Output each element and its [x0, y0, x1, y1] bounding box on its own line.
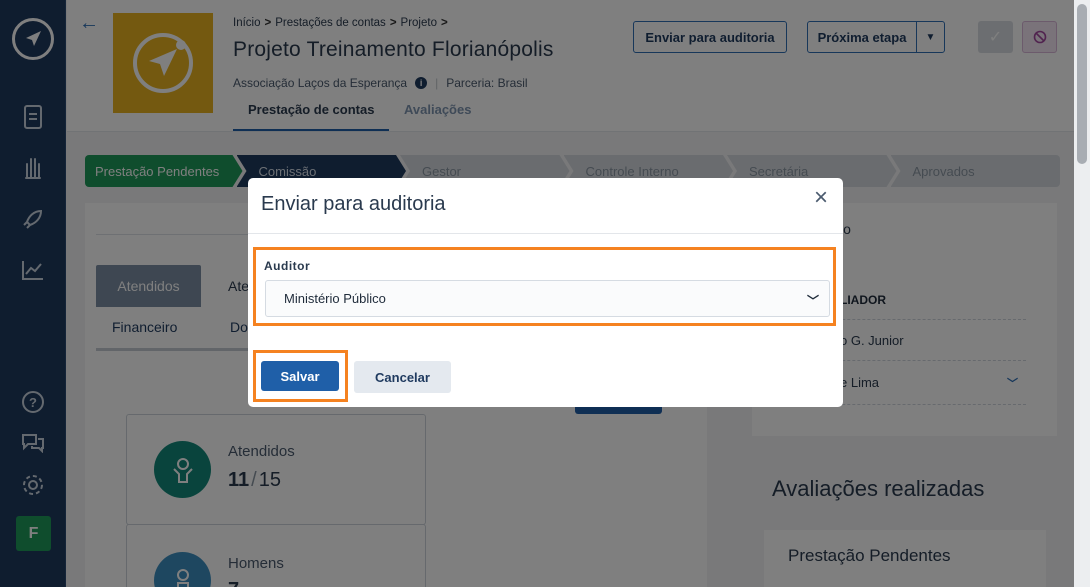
- auditor-field-highlight: Auditor Ministério Público ﹀: [253, 247, 836, 326]
- close-icon[interactable]: ×: [814, 186, 828, 210]
- cancel-button[interactable]: Cancelar: [354, 361, 451, 393]
- auditor-label: Auditor: [264, 259, 311, 273]
- divider: [248, 233, 843, 234]
- auditor-select[interactable]: Ministério Público ﹀: [265, 280, 830, 317]
- save-button[interactable]: Salvar: [261, 361, 339, 391]
- chevron-down-icon: ﹀: [806, 294, 819, 308]
- send-audit-modal: Enviar para auditoria × Auditor Ministér…: [248, 178, 843, 407]
- scrollbar-thumb[interactable]: [1077, 4, 1087, 164]
- save-button-highlight: Salvar: [253, 350, 348, 402]
- scrollbar[interactable]: [1074, 0, 1090, 587]
- modal-title: Enviar para auditoria: [261, 193, 446, 215]
- auditor-selected-value: Ministério Público: [284, 291, 386, 306]
